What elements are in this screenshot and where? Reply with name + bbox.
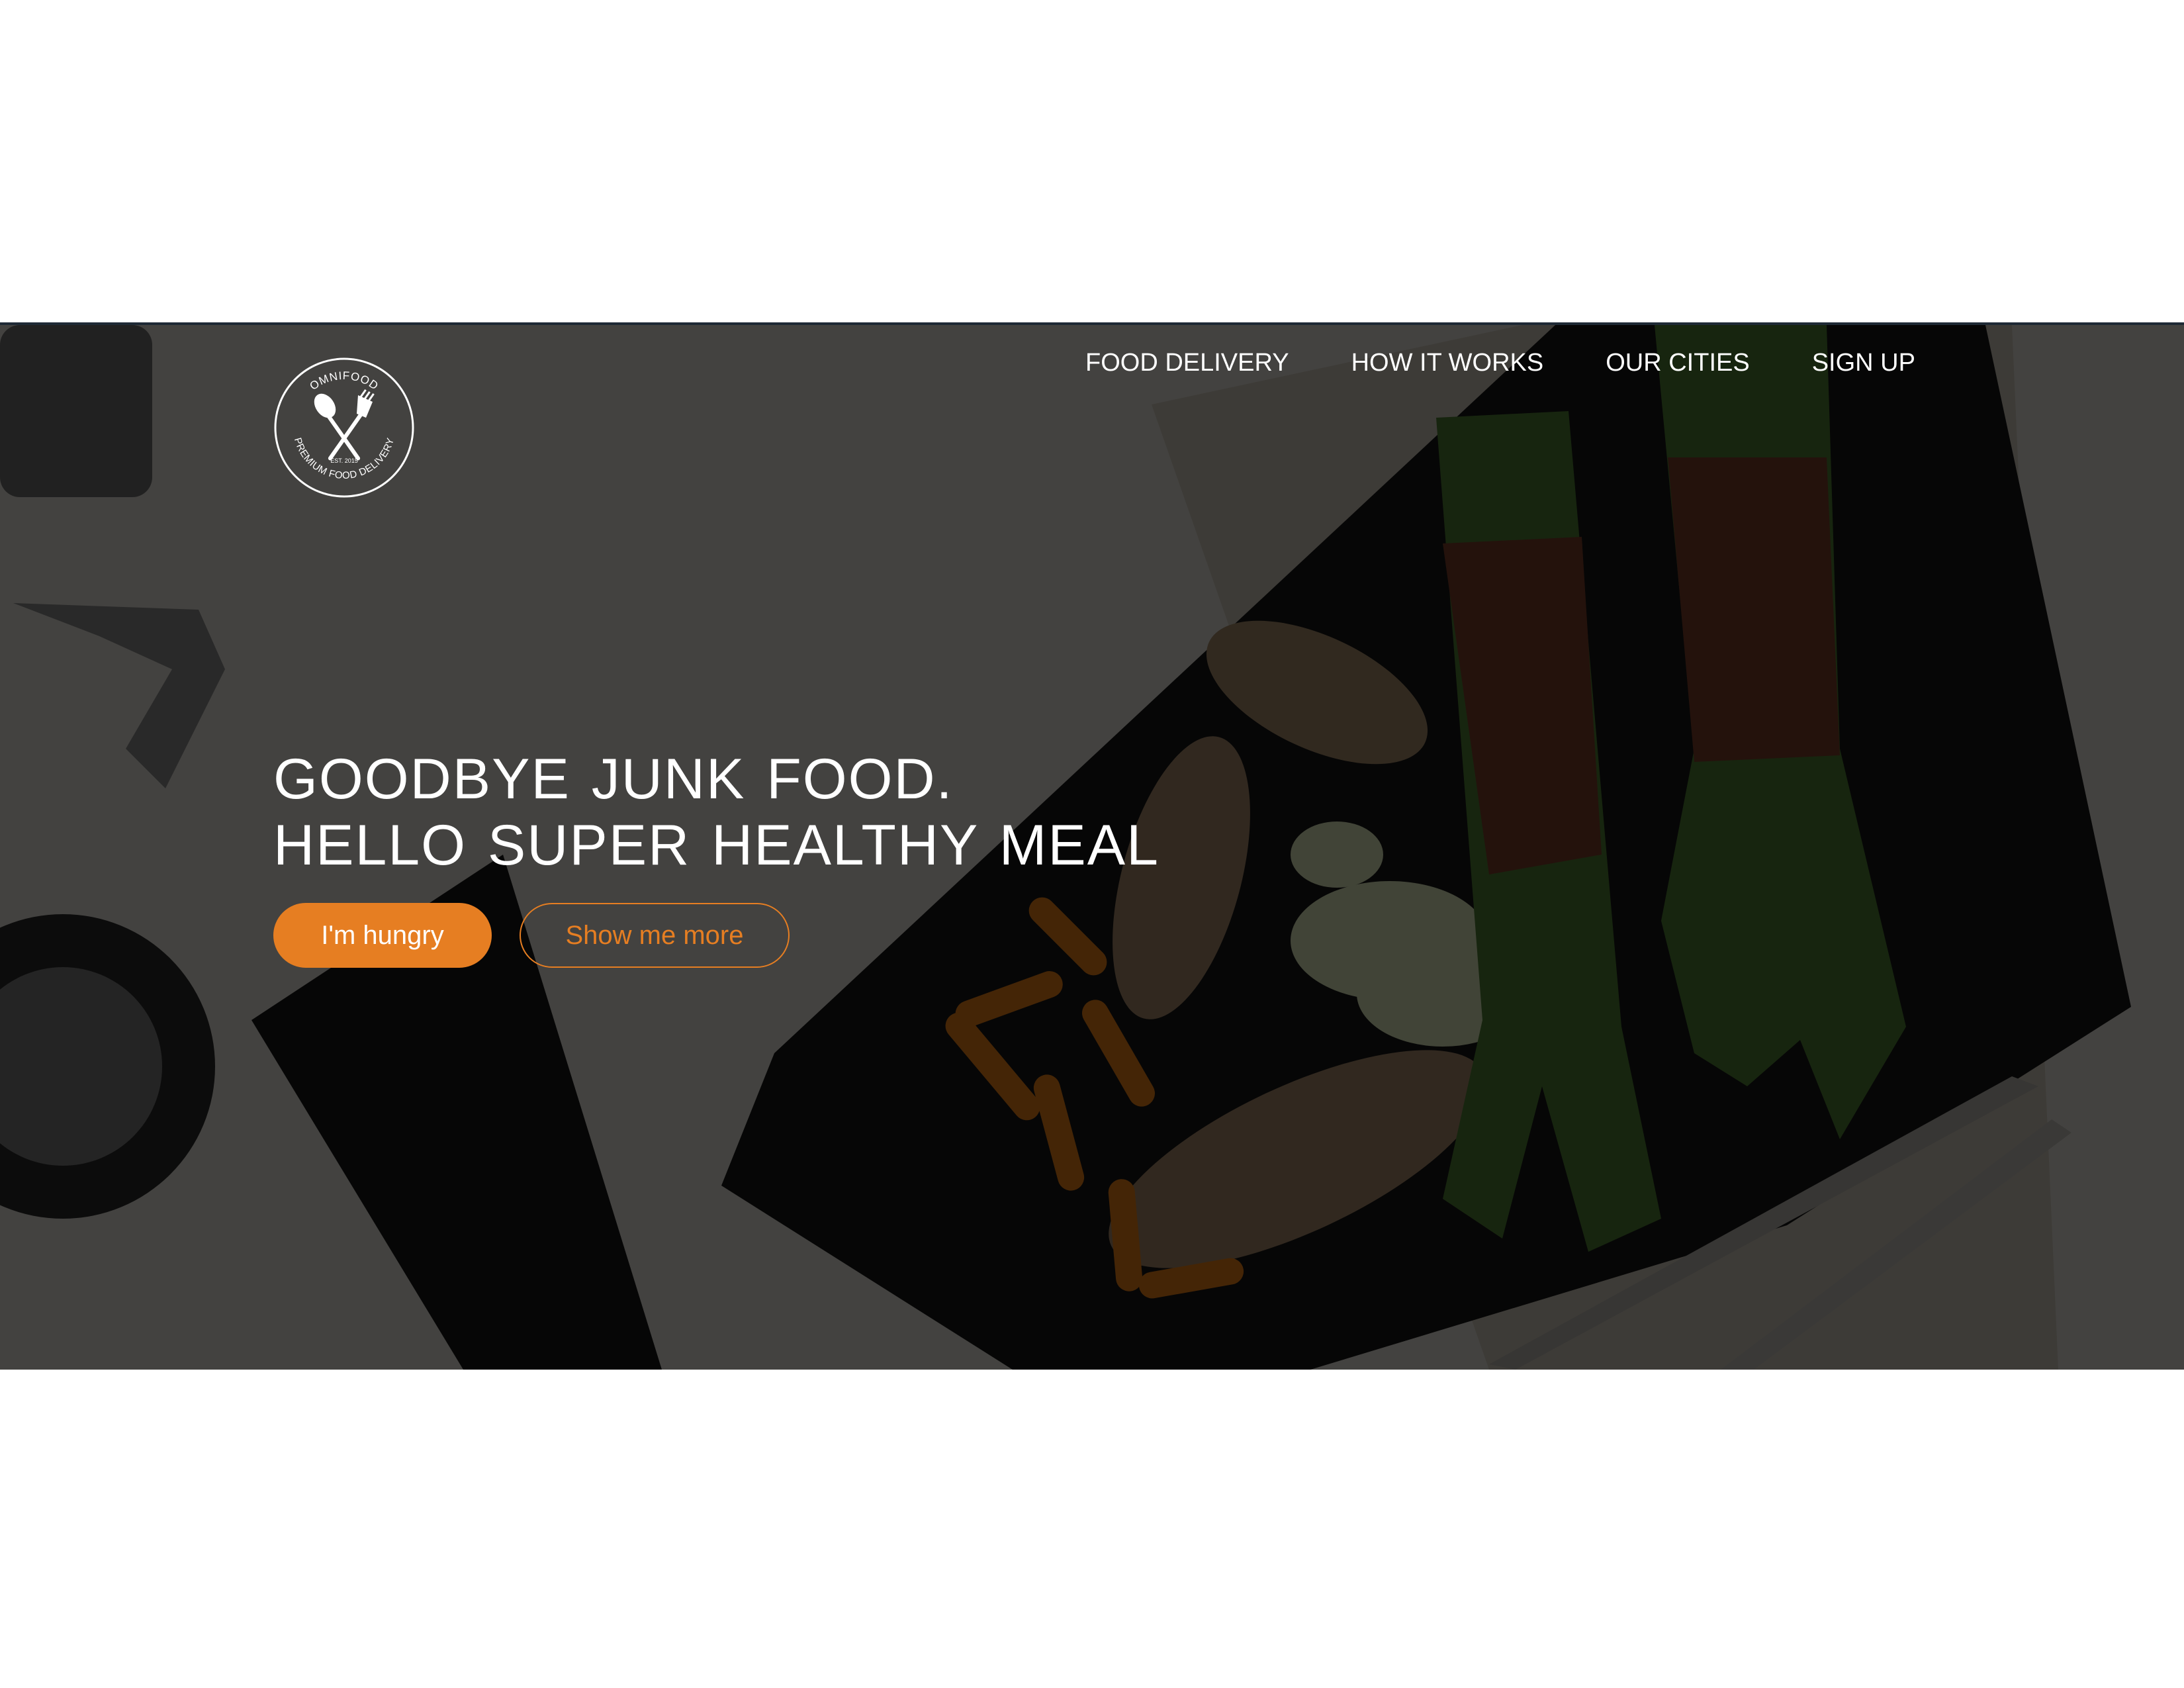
im-hungry-button[interactable]: I'm hungry [273, 903, 492, 968]
headline-line-1: GOODBYE JUNK FOOD. [273, 747, 954, 811]
svg-text:OMNIFOOD: OMNIFOOD [308, 369, 381, 393]
nav-item-food-delivery: FOOD DELIVERY [1085, 349, 1289, 377]
main-nav: FOOD DELIVERY HOW IT WORKS OUR CITIES SI… [1085, 349, 1915, 377]
page: OMNIFOOD PREMIUM FOOD DELIVERY EST. 2015 [0, 0, 2184, 1688]
nav-link-how-it-works[interactable]: HOW IT WORKS [1351, 349, 1544, 377]
hero-headline: GOODBYE JUNK FOOD. HELLO SUPER HEALTHY M… [273, 746, 1200, 878]
nav-item-our-cities: OUR CITIES [1606, 349, 1749, 377]
headline-line-2: HELLO SUPER HEALTHY MEAL [273, 814, 1160, 877]
hero-text-box: GOODBYE JUNK FOOD. HELLO SUPER HEALTHY M… [273, 746, 1200, 878]
omnifood-logo[interactable]: OMNIFOOD PREMIUM FOOD DELIVERY EST. 2015 [273, 357, 415, 498]
nav-item-how-it-works: HOW IT WORKS [1351, 349, 1544, 377]
hero-section: OMNIFOOD PREMIUM FOOD DELIVERY EST. 2015 [0, 322, 2184, 1370]
nav-link-our-cities[interactable]: OUR CITIES [1606, 349, 1749, 377]
hero-buttons: I'm hungry Show me more [273, 903, 790, 968]
nav-link-food-delivery[interactable]: FOOD DELIVERY [1085, 349, 1289, 377]
show-me-more-button[interactable]: Show me more [520, 903, 790, 968]
logo-est-text: EST. 2015 [330, 457, 358, 464]
logo-arc-top-text: OMNIFOOD [308, 369, 381, 393]
nav-link-sign-up[interactable]: SIGN UP [1812, 349, 1915, 377]
nav-item-sign-up: SIGN UP [1812, 349, 1915, 377]
